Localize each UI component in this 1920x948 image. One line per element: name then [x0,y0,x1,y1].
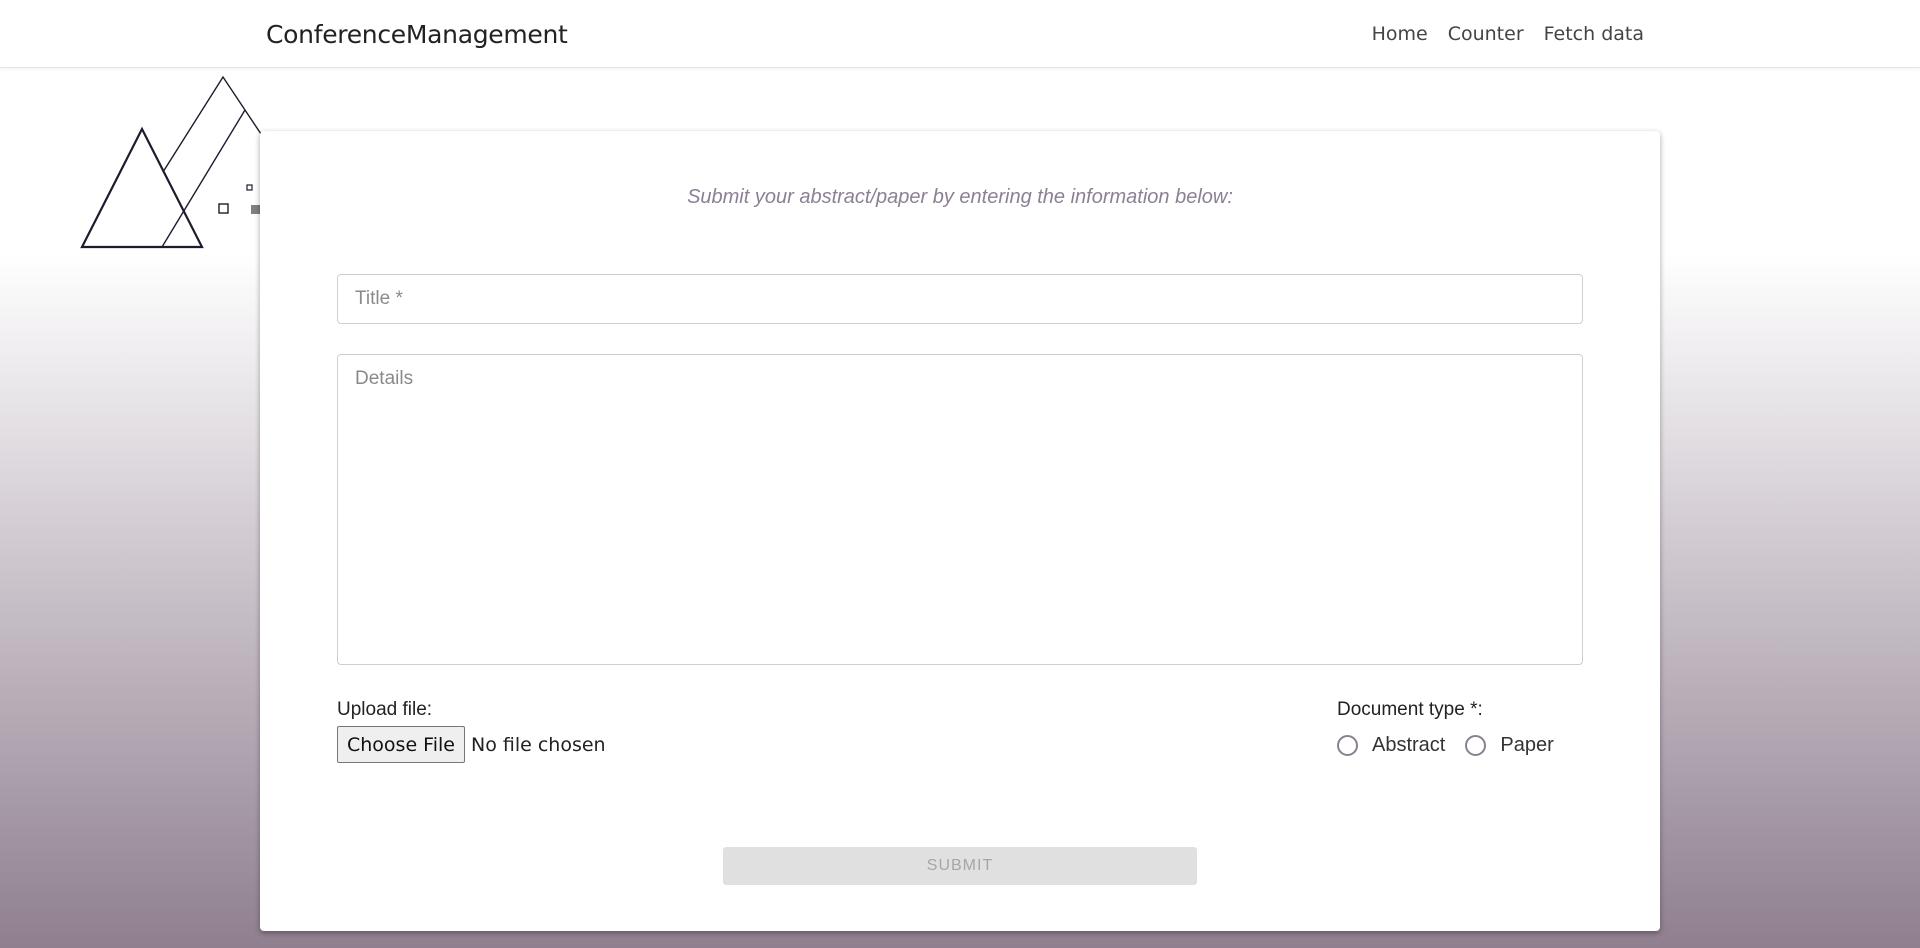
top-navbar: ConferenceManagement Home Counter Fetch … [0,0,1920,68]
submission-card: Submit your abstract/paper by entering t… [260,131,1660,931]
choose-file-button[interactable]: Choose File [337,726,465,763]
radio-label-paper: Paper [1500,734,1554,756]
radio-option-paper[interactable]: Paper [1465,734,1554,757]
nav-link-home[interactable]: Home [1372,21,1428,47]
nav-link-fetch-data[interactable]: Fetch data [1544,21,1644,47]
submit-button[interactable]: SUBMIT [723,847,1197,885]
nav-link-counter[interactable]: Counter [1448,21,1524,47]
upload-file-label: Upload file: [337,699,433,720]
document-type-radio-group: Abstract Paper [1337,734,1574,757]
brand-link[interactable]: ConferenceManagement [266,20,568,50]
document-type-label: Document type *: [1337,699,1483,720]
file-status-text: No file chosen [470,733,606,756]
triangles-logo-decoration [80,75,266,249]
radio-abstract[interactable] [1337,735,1358,756]
title-input[interactable] [337,274,1583,324]
nav-links: Home Counter Fetch data [1372,21,1644,47]
radio-paper[interactable] [1465,735,1487,756]
radio-option-abstract[interactable]: Abstract [1337,734,1445,757]
radio-label-abstract: Abstract [1372,734,1446,756]
file-input: Choose File No file chosen [337,726,606,763]
details-textarea[interactable] [337,354,1583,665]
form-intro-text: Submit your abstract/paper by entering t… [687,186,1233,208]
